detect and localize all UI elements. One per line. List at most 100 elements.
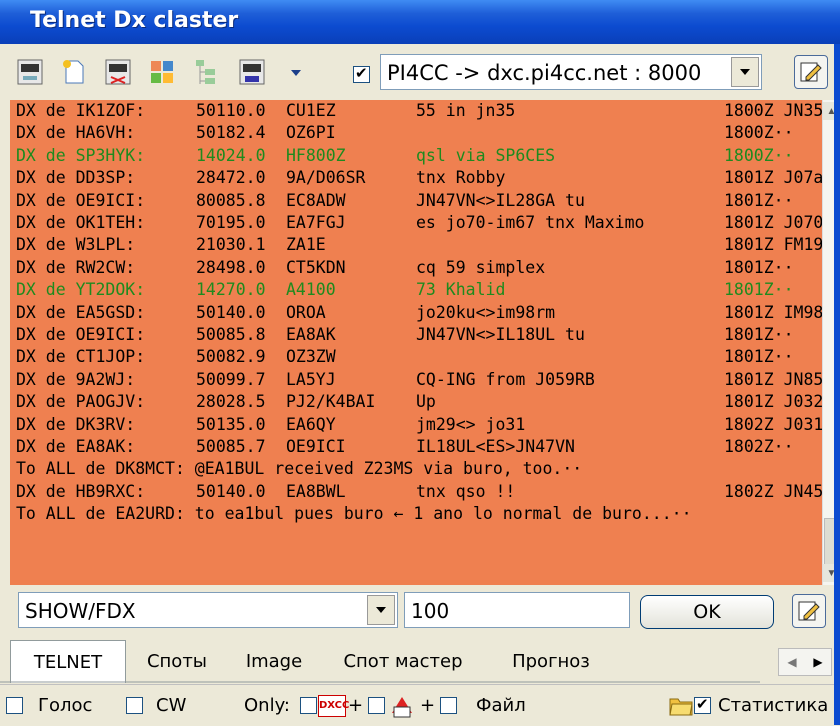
new-document-icon[interactable] (58, 56, 90, 88)
arrow-right-icon[interactable]: ▶ (813, 655, 822, 669)
spot-callsign: OROA (286, 302, 326, 322)
file-checkbox[interactable] (440, 697, 457, 714)
spot-time: 1801Z IM98 (724, 302, 824, 322)
spot-time: 1801Z J032 (724, 392, 824, 412)
title-bar[interactable]: Telnet Dx claster (0, 0, 840, 44)
spot-prefix: DX de EA8AK: (16, 437, 136, 456)
dropdown-arrow-icon[interactable] (280, 56, 312, 88)
tab-image[interactable]: Image (232, 640, 316, 682)
tab-scroll-arrows[interactable]: ◀ ▶ (778, 648, 832, 676)
spot-time: 1801Z·· (724, 190, 794, 210)
dxcc-icon: DXCC (318, 695, 349, 717)
edit-command-button[interactable] (792, 594, 826, 628)
spot-frequency: 21030.1 (196, 235, 266, 255)
spot-message: To ALL de EA2URD: to ea1bul pues buro ← … (16, 504, 692, 524)
plus-label-2: + (420, 695, 436, 716)
spot-callsign: EA7FGJ (286, 213, 346, 232)
tab-telnet[interactable]: TELNET (10, 640, 126, 683)
spot-frequency: 50085.7 (196, 437, 266, 456)
server-select[interactable]: PI4CC -> dxc.pi4cc.net : 8000 (380, 54, 762, 90)
server-value: PI4CC -> dxc.pi4cc.net : 8000 (387, 61, 702, 85)
spot-callsign: ZA1E (286, 235, 326, 255)
spot-comment: 55 in jn35 (416, 101, 516, 120)
voice-checkbox[interactable] (6, 697, 23, 714)
arrow-left-icon[interactable]: ◀ (787, 655, 796, 669)
spot-callsign: HF800Z (286, 145, 346, 165)
command-select[interactable]: SHOW/FDX (18, 592, 398, 628)
spot-comment: tnx qso !! (416, 481, 516, 501)
chevron-down-icon[interactable] (367, 595, 395, 625)
stats-checkbox[interactable] (694, 695, 711, 714)
status-bar: Голос CW Only: DXCC + + Файл Статистика (0, 684, 840, 726)
spot-time: 1800Z JN35 (724, 101, 824, 120)
spot-frequency: 14024.0 (196, 145, 266, 165)
spot-callsign: OZ3ZW (286, 347, 336, 367)
spot-callsign: A4100 (286, 280, 336, 300)
spot-comment: tnx Robby (416, 168, 506, 188)
spot-prefix: DX de PAOGJV: (16, 392, 146, 412)
spot-comment: qsl via SP6CES (416, 145, 556, 165)
tab-forecast[interactable]: Прогноз (492, 640, 610, 682)
count-input[interactable]: 100 (404, 592, 630, 628)
spot-comment: JN47VN<>IL28GA tu (416, 190, 585, 210)
spot-time: 1800Z·· (724, 123, 794, 143)
spot-callsign: CT5KDN (286, 257, 346, 277)
spot-frequency: 28028.5 (196, 392, 266, 412)
spot-time: 1801Z·· (724, 257, 794, 277)
spot-frequency: 28498.0 (196, 257, 266, 277)
spot-frequency: 70195.0 (196, 213, 266, 232)
edit-server-button[interactable] (794, 55, 828, 89)
window-title: Telnet Dx claster (30, 8, 239, 33)
spot-comment: 73 Khalid (416, 280, 506, 300)
open-folder-icon[interactable] (668, 693, 694, 717)
spot-comment: CQ-ING from J059RB (416, 369, 595, 389)
spot-console[interactable]: DX de IK1ZOF: 50110.0 CU1EZ 55 in jn35 1800Z… (10, 100, 832, 585)
puzzle-icon[interactable] (146, 56, 178, 88)
spot-frequency: 80085.8 (196, 190, 266, 210)
cw-checkbox[interactable] (126, 697, 143, 714)
edit-icon (800, 62, 822, 82)
spot-comment: Up (416, 392, 436, 412)
spot-prefix: DX de OE9ICI: (16, 325, 146, 344)
spot-comment: JN47VN<>IL18UL tu (416, 325, 585, 344)
tab-spot-master[interactable]: Спот мастер (328, 640, 478, 682)
spot-prefix: DX de DK3RV: (16, 414, 136, 434)
telnet-icon[interactable] (14, 56, 46, 88)
spot-time: 1802Z JN45 (724, 481, 824, 501)
only-band-checkbox[interactable] (368, 697, 385, 714)
spot-prefix: DX de OE9ICI: (16, 190, 146, 210)
spot-comment: cq 59 simplex (416, 257, 546, 277)
spot-prefix: DX de CT1JOP: (16, 347, 146, 367)
spot-callsign: EC8ADW (286, 190, 346, 210)
spot-frequency: 50082.9 (196, 347, 266, 367)
command-value: SHOW/FDX (25, 599, 136, 623)
spot-prefix: DX de OK1TEH: (16, 213, 146, 232)
spot-prefix: DX de 9A2WJ: (16, 369, 136, 389)
telnet-config-icon[interactable] (236, 56, 268, 88)
spot-prefix: DX de RW2CW: (16, 257, 136, 277)
spot-time: 1801Z·· (724, 347, 794, 367)
spot-callsign: CU1EZ (286, 101, 336, 120)
spot-comment: IL18UL<ES>JN47VN (416, 437, 575, 456)
spot-time: 1801Z·· (724, 280, 794, 300)
spot-comment: es jo70-im67 tnx Maximo (416, 213, 645, 232)
spot-prefix: DX de W3LPL: (16, 235, 136, 255)
tab-bar: TELNET Споты Image Спот мастер Прогноз ◀… (0, 640, 840, 684)
app-window: Telnet Dx claster PI4CC -> dxc.pi4cc.net… (0, 0, 840, 726)
spot-comment: jm29<> jo31 (416, 414, 526, 434)
tree-icon[interactable] (190, 56, 222, 88)
ok-button[interactable]: OK (640, 595, 774, 629)
spot-callsign: OE9ICI (286, 437, 346, 456)
telnet-connect-icon[interactable] (102, 56, 134, 88)
only-dxcc-checkbox[interactable] (300, 697, 317, 714)
tab-spots[interactable]: Споты (132, 640, 222, 682)
spot-frequency: 50099.7 (196, 369, 266, 389)
spot-frequency: 50140.0 (196, 481, 266, 501)
plus-label: + (348, 695, 364, 716)
spot-prefix: DX de HB9RXC: (16, 481, 146, 501)
voice-label: Голос (38, 695, 93, 716)
server-checkbox[interactable] (353, 64, 370, 83)
chevron-down-icon[interactable] (731, 57, 759, 87)
spot-frequency: 28472.0 (196, 168, 266, 188)
spot-callsign: EA8BWL (286, 481, 346, 501)
